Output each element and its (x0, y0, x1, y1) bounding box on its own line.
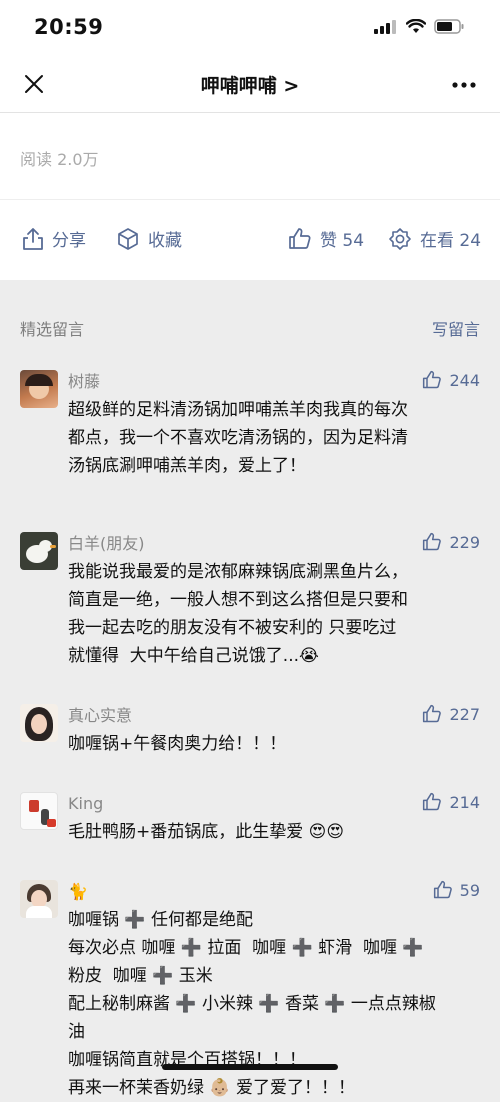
watching-button[interactable]: 在看 24 (388, 226, 481, 251)
share-icon (23, 227, 43, 250)
battery-icon (434, 19, 464, 34)
comment-like-count: 214 (449, 792, 480, 812)
page-title[interactable]: 呷哺呷哺 > (0, 71, 500, 98)
signal-icon (374, 19, 396, 34)
comment-text: 我能说我最爱的是浓郁麻辣锅底涮黑鱼片么， 简直是一绝，一般人想不到这么搭但是只要… (68, 558, 480, 670)
cube-icon (118, 227, 138, 250)
crying-emoji: 😭 (299, 646, 319, 666)
favorite-button[interactable]: 收藏 (116, 226, 182, 251)
comment-author[interactable]: 真心实意 (68, 704, 480, 728)
comment-text: 咖喱锅+午餐肉奥力给！！！ (68, 734, 287, 754)
comment-author[interactable]: 树藤 (68, 370, 480, 394)
avatar[interactable] (20, 370, 58, 408)
comment-item: 真心实意 227 咖喱锅+午餐肉奥力给！！！ (0, 704, 500, 758)
read-count-row: 阅读 2.0万 (0, 113, 500, 199)
status-time: 20:59 (34, 15, 104, 39)
comment-like-button[interactable]: 244 (422, 370, 480, 390)
comment-like-button[interactable]: 229 (422, 532, 480, 552)
comment-text-body: 毛肚鸭肠+番茄锅底，此生挚爱 (68, 822, 309, 842)
avatar[interactable] (20, 880, 58, 918)
comment-author[interactable]: King (68, 792, 480, 816)
heart-eyes-emoji: 😍😍 (308, 822, 345, 842)
comment-like-count: 227 (449, 704, 480, 724)
comment-text: 超级鲜的足料清汤锅加呷哺羔羊肉我真的每次 都点，我一个不喜欢吃清汤锅的，因为足料… (68, 400, 408, 476)
thumbs-up-icon (433, 880, 452, 899)
comment-text: 毛肚鸭肠+番茄锅底，此生挚爱 😍😍 (68, 818, 480, 846)
thumbs-up-icon (423, 704, 442, 723)
read-count: 阅读 2.0万 (20, 150, 99, 169)
comment-item: 树藤 244 超级鲜的足料清汤锅加呷哺羔羊肉我真的每次 都点，我一个不喜欢吃清汤… (0, 370, 500, 480)
thumbs-up-icon (423, 532, 442, 551)
comment-item: King 214 毛肚鸭肠+番茄锅底，此生挚爱 😍😍 (0, 792, 500, 846)
write-comment-link[interactable]: 写留言 (432, 316, 480, 340)
comment-author[interactable]: 🐈 (68, 880, 480, 904)
watching-label: 在看 24 (420, 231, 482, 251)
watching-icon (389, 227, 411, 250)
action-bar: 分享 收藏 赞 54 在看 24 (0, 199, 500, 280)
favorite-label: 收藏 (148, 231, 182, 251)
share-button[interactable]: 分享 (22, 226, 86, 251)
comments-title: 精选留言 (20, 320, 85, 339)
like-button[interactable]: 赞 54 (288, 226, 364, 251)
comment-like-count: 244 (449, 370, 480, 390)
more-icon[interactable] (452, 82, 476, 88)
comment-like-button[interactable]: 214 (422, 792, 480, 812)
share-label: 分享 (52, 231, 86, 251)
comment-text-body: 我能说我最爱的是浓郁麻辣锅底涮黑鱼片么， 简直是一绝，一般人想不到这么搭但是只要… (68, 562, 408, 666)
thumbs-up-icon (289, 227, 311, 249)
thumbs-up-icon (423, 792, 442, 811)
comment-like-count: 59 (459, 880, 480, 900)
comment-item: 白羊(朋友) 229 我能说我最爱的是浓郁麻辣锅底涮黑鱼片么， 简直是一绝，一般… (0, 532, 500, 670)
comment-text: 咖喱锅 ➕ 任何都是绝配 每次必点 咖喱 ➕ 拉面 咖喱 ➕ 虾滑 咖喱 ➕ 粉… (68, 910, 436, 1098)
comment-like-button[interactable]: 227 (422, 704, 480, 724)
comment-author[interactable]: 白羊(朋友) (68, 532, 480, 556)
avatar[interactable] (20, 532, 58, 570)
nav-bar: 呷哺呷哺 > (0, 56, 500, 112)
comments-header: 精选留言 写留言 (0, 280, 500, 370)
like-label: 赞 54 (320, 231, 365, 251)
avatar[interactable] (20, 704, 58, 742)
comment-like-count: 229 (449, 532, 480, 552)
status-bar: 20:59 (0, 0, 500, 56)
thumbs-up-icon (423, 370, 442, 389)
comment-like-button[interactable]: 59 (433, 880, 480, 900)
wifi-icon (406, 19, 426, 33)
home-indicator (162, 1064, 338, 1070)
avatar[interactable] (20, 792, 58, 830)
